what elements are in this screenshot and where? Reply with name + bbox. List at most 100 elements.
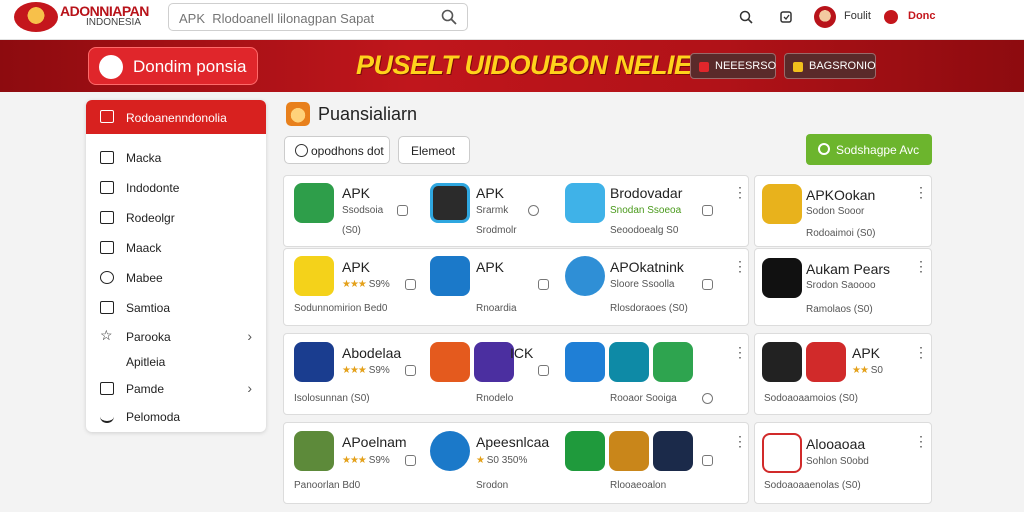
banner-chip-2[interactable]: BAGSRONIO [784, 53, 876, 79]
app-name[interactable]: APOkatnink [610, 259, 684, 275]
download-icon[interactable] [538, 365, 549, 376]
sidebar-item-5[interactable]: Mabee [86, 262, 266, 292]
app-icon[interactable] [762, 258, 802, 298]
site-logo[interactable]: ADONNIAPAN INDONESIA [14, 2, 164, 36]
banner-chip-1[interactable]: NEEESRSO [690, 53, 776, 79]
app-meta: Srodon Saoooo [806, 280, 876, 291]
sidebar-item-1[interactable]: Macka [86, 142, 266, 172]
download-icon[interactable] [702, 455, 713, 466]
download-icon[interactable] [397, 205, 408, 216]
sidebar-subitem[interactable]: Apitleia [126, 355, 165, 369]
sidebar-item-4[interactable]: Maack [86, 232, 266, 262]
download-icon[interactable] [405, 279, 416, 290]
app-icon[interactable] [653, 342, 693, 382]
app-name[interactable]: APK [476, 185, 504, 201]
app-icon[interactable] [565, 342, 605, 382]
rating-stars-icon: ★★★ [342, 455, 367, 466]
list-icon [100, 241, 114, 254]
app-icon[interactable] [762, 342, 802, 382]
kebab-menu-icon[interactable]: ⋮ [733, 434, 747, 448]
app-name[interactable]: Alooaoaa [806, 436, 865, 452]
app-foot: Seoodoealg S0 [610, 225, 679, 236]
sidebar-item-label: Rodeolgr [126, 211, 175, 225]
kebab-menu-icon[interactable]: ⋮ [914, 185, 928, 199]
download-icon[interactable] [405, 455, 416, 466]
app-meta-value: S0 [870, 365, 883, 376]
kebab-menu-icon[interactable]: ⋮ [733, 345, 747, 359]
search-icon[interactable] [738, 9, 754, 25]
filter-search-button[interactable]: opodhons dot [284, 136, 390, 164]
star-icon: ☆ [100, 327, 113, 343]
kebab-menu-icon[interactable]: ⋮ [914, 345, 928, 359]
app-name[interactable]: APK [852, 345, 880, 361]
kebab-menu-icon[interactable]: ⋮ [914, 259, 928, 273]
app-name[interactable]: Aukam Pears [806, 261, 890, 277]
chevron-right-icon: › [247, 380, 252, 396]
app-meta: Snodan Ssoeoa [610, 205, 682, 216]
app-name[interactable]: Abodelaa [342, 345, 401, 361]
app-icon[interactable] [474, 342, 514, 382]
app-foot: Isolosunnan (S0) [294, 393, 370, 404]
app-name[interactable]: APK [342, 185, 370, 201]
download-icon[interactable] [702, 279, 713, 290]
sidebar-item-7[interactable]: ☆ Parooka › [86, 321, 266, 351]
download-icon[interactable] [405, 365, 416, 376]
phone-icon [100, 181, 114, 194]
app-icon[interactable] [565, 431, 605, 471]
app-name[interactable]: APK [342, 259, 370, 275]
app-icon[interactable] [565, 256, 605, 296]
kebab-menu-icon[interactable]: ⋮ [733, 259, 747, 273]
app-icon[interactable] [609, 342, 649, 382]
download-icon[interactable] [538, 279, 549, 290]
app-name[interactable]: ICK [510, 345, 533, 361]
section-icon [286, 102, 310, 126]
app-icon[interactable] [430, 183, 470, 223]
app-icon[interactable] [565, 183, 605, 223]
rating-stars-icon: ★ [476, 455, 485, 466]
app-name[interactable]: APK [476, 259, 504, 275]
app-icon[interactable] [294, 431, 334, 471]
app-icon[interactable] [806, 342, 846, 382]
app-name[interactable]: Brodovadar [610, 185, 682, 201]
app-icon[interactable] [294, 256, 334, 296]
app-icon[interactable] [430, 256, 470, 296]
green-action-button[interactable]: Sodshagpe Avc [806, 134, 932, 165]
sidebar-item-6[interactable]: Samtioa [86, 292, 266, 322]
search-box[interactable] [168, 3, 468, 31]
app-icon[interactable] [762, 184, 802, 224]
app-foot: Srodmolr [476, 225, 517, 236]
sidebar-item-0[interactable]: Rodoanenndonolia [86, 100, 266, 134]
avatar[interactable] [814, 6, 836, 28]
app-name[interactable]: APKOokan [806, 187, 875, 203]
search-input[interactable] [179, 8, 429, 28]
app-meta-value: S9% [368, 279, 390, 290]
clock-icon[interactable] [702, 393, 713, 404]
app-icon[interactable] [294, 342, 334, 382]
kebab-menu-icon[interactable]: ⋮ [914, 434, 928, 448]
download-icon[interactable] [702, 205, 713, 216]
app-foot: Rnoardia [476, 303, 517, 314]
sidebar-item-3[interactable]: Rodeolgr [86, 202, 266, 232]
check-icon [100, 151, 114, 164]
app-icon[interactable] [653, 431, 693, 471]
app-meta-value: S9% [368, 365, 390, 376]
app-name[interactable]: APoelnam [342, 434, 407, 450]
app-icon[interactable] [430, 431, 470, 471]
banner-button[interactable]: Dondim ponsia [88, 47, 258, 85]
filter-element-button[interactable]: Elemeot [398, 136, 470, 164]
refresh-icon[interactable] [778, 9, 794, 25]
app-icon[interactable] [294, 183, 334, 223]
sidebar-item-9[interactable]: Pamde › [86, 373, 266, 403]
clock-icon[interactable] [528, 205, 539, 216]
action-link[interactable]: Donc [908, 10, 936, 22]
profile-link[interactable]: Foulit [844, 10, 871, 22]
sidebar-item-10[interactable]: Pelomoda [86, 401, 266, 431]
app-icon[interactable] [609, 431, 649, 471]
app-icon[interactable] [430, 342, 470, 382]
search-icon[interactable] [441, 9, 457, 25]
kebab-menu-icon[interactable]: ⋮ [733, 185, 747, 199]
app-name[interactable]: Apeesnlcaa [476, 434, 549, 450]
sidebar-item-2[interactable]: Indodonte [86, 172, 266, 202]
app-foot: Sodunnomirion Bed0 [294, 303, 388, 314]
app-icon[interactable] [762, 433, 802, 473]
